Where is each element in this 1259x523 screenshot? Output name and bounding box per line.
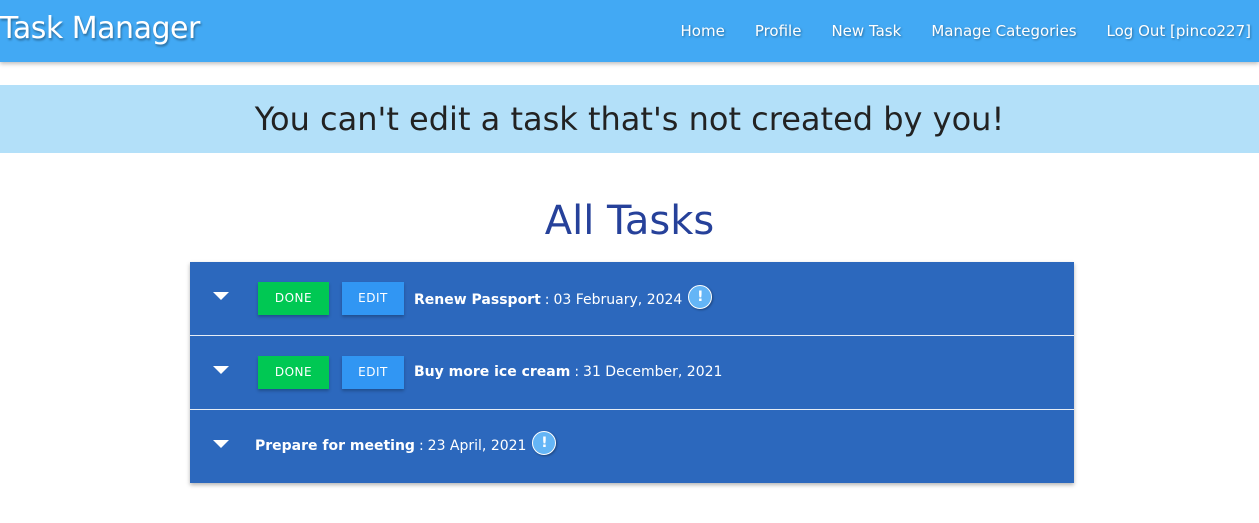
nav-links: Home Profile New Task Manage Categories …	[651, 0, 1251, 62]
task-header: Prepare for meeting : 23 April, 2021 !	[255, 431, 557, 458]
top-navbar: Task Manager Home Profile New Task Manag…	[0, 0, 1259, 62]
task-list: DONE EDIT Renew Passport : 03 February, …	[190, 262, 1074, 483]
task-date: 31 December, 2021	[583, 364, 723, 380]
nav-link-new-task[interactable]: New Task	[831, 22, 901, 40]
nav-link-home[interactable]: Home	[681, 22, 725, 40]
nav-link-log-out[interactable]: Log Out [pinco227]	[1107, 22, 1251, 40]
brand-logo[interactable]: Task Manager	[0, 10, 200, 48]
task-date: 03 February, 2024	[553, 292, 683, 308]
task-item: DONE EDIT Renew Passport : 03 February, …	[190, 262, 1074, 336]
task-date: 23 April, 2021	[427, 438, 527, 454]
nav-link-profile[interactable]: Profile	[755, 22, 802, 40]
task-header: Renew Passport : 03 February, 2024 !	[414, 285, 713, 312]
task-name: Prepare for meeting	[255, 438, 415, 454]
caret-down-icon[interactable]	[213, 292, 229, 300]
done-button[interactable]: DONE	[258, 356, 329, 389]
task-separator: :	[544, 292, 550, 308]
nav-link-manage-categories[interactable]: Manage Categories	[931, 22, 1076, 40]
task-item: DONE EDIT Buy more ice cream : 31 Decemb…	[190, 336, 1074, 410]
flash-message: You can't edit a task that's not created…	[0, 85, 1259, 153]
task-name: Renew Passport	[414, 292, 541, 308]
task-separator: :	[574, 364, 580, 380]
exclamation-circle-icon: !	[688, 285, 713, 309]
exclamation-circle-icon: !	[532, 431, 557, 455]
task-name: Buy more ice cream	[414, 364, 571, 380]
caret-down-icon[interactable]	[213, 366, 229, 374]
task-separator: :	[418, 438, 424, 454]
edit-button[interactable]: EDIT	[342, 356, 404, 389]
task-item: Prepare for meeting : 23 April, 2021 !	[190, 410, 1074, 483]
task-header: Buy more ice cream : 31 December, 2021	[414, 362, 722, 382]
page-title: All Tasks	[544, 198, 715, 244]
done-button[interactable]: DONE	[258, 282, 329, 315]
caret-down-icon[interactable]	[213, 440, 229, 448]
edit-button[interactable]: EDIT	[342, 282, 404, 315]
